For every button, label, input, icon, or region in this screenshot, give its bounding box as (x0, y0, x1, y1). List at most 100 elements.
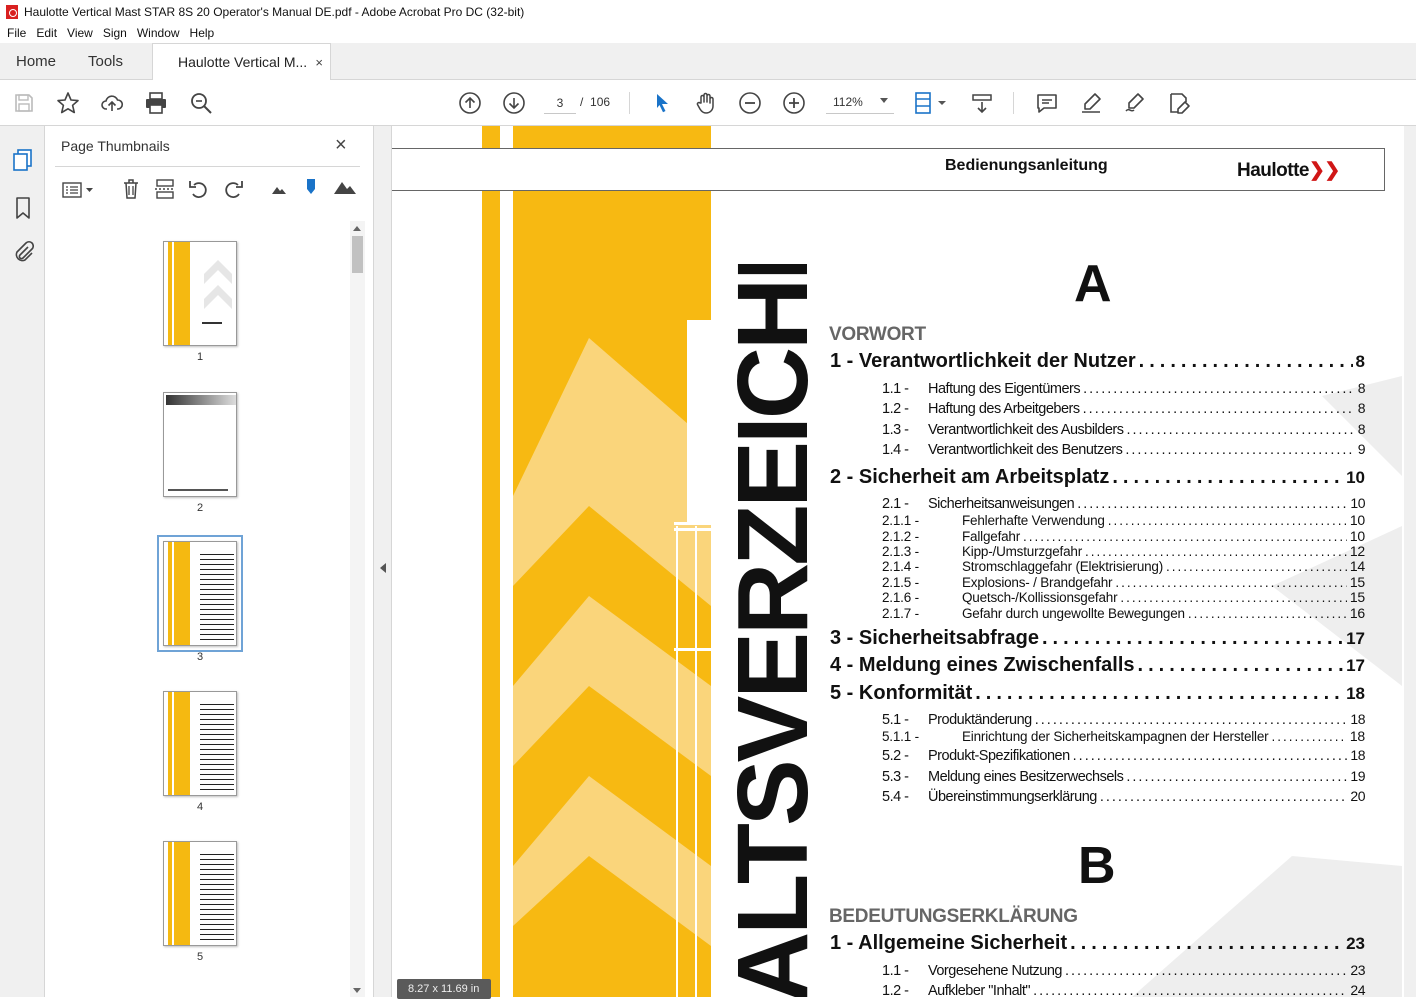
toc-page-number: 18 (1346, 684, 1365, 703)
toc-entry[interactable]: 1 - Verantwortlichkeit der Nutzer 8 (830, 350, 1365, 373)
toc-number: 5 - (830, 682, 854, 704)
thumbnail-page-2[interactable]: 2 (163, 392, 237, 514)
zoom-out-icon[interactable] (738, 91, 762, 115)
menu-help[interactable]: Help (185, 26, 220, 40)
print-icon[interactable] (144, 91, 168, 115)
zoom-select[interactable]: 112% (826, 92, 894, 114)
thumbnails-panel: Page Thumbnails × 1 2 3 4 5 (45, 126, 373, 997)
toc-entry[interactable]: 1 - Allgemeine Sicherheit 23 (830, 932, 1365, 955)
larger-thumbnails-icon[interactable] (333, 178, 357, 199)
page-thumbnails-icon[interactable] (12, 148, 34, 175)
rotate-clockwise-icon[interactable] (222, 178, 244, 203)
toc-entry[interactable]: 3 - Sicherheitsabfrage 17 (830, 627, 1365, 650)
thumbnail-page-5[interactable]: 5 (163, 841, 237, 963)
toc-title: Verantwortlichkeit der Nutzer (858, 350, 1136, 372)
sign-pen-icon[interactable] (1123, 91, 1147, 115)
toc-number: 1.2 - (882, 401, 909, 417)
toc-entry[interactable]: 1.4 - Verantwortlichkeit des Benutzers 9 (830, 441, 1366, 458)
toc-entry[interactable]: 2 - Sicherheit am Arbeitsplatz 10 (830, 466, 1365, 489)
thumbnail-stripe (168, 842, 172, 945)
toc-page-number: 8 (1357, 380, 1366, 396)
thumbnail-scrollbar[interactable] (350, 221, 365, 997)
thumbnail-options-icon[interactable] (61, 180, 95, 203)
toc-entry[interactable]: 2.1.2 - Fallgefahr 10 (830, 528, 1365, 544)
toc-entry[interactable]: 1.1 - Vorgesehene Nutzung 23 (830, 962, 1365, 979)
scroll-thumb[interactable] (352, 236, 363, 273)
highlight-pen-icon[interactable] (1079, 91, 1103, 115)
extract-pages-icon[interactable] (154, 178, 176, 203)
menu-window[interactable]: Window (132, 26, 185, 40)
close-panel-icon[interactable]: × (335, 134, 347, 157)
scroll-down-icon[interactable] (353, 988, 361, 993)
toc-entry[interactable]: 4 - Meldung eines Zwischenfalls 17 (830, 654, 1365, 677)
tab-tools[interactable]: Tools (88, 43, 123, 80)
toc-page-number: 24 (1350, 982, 1365, 997)
thumbnail-image (163, 691, 237, 796)
edit-tools-icon[interactable] (1167, 91, 1191, 115)
menu-view[interactable]: View (62, 26, 98, 40)
toc-page-number: 10 (1350, 495, 1365, 511)
thumbnail-page-3[interactable]: 3 (157, 535, 243, 663)
toc-entry[interactable]: 2.1.4 - Stromschlaggefahr (Elektrisierung… (830, 558, 1365, 574)
next-page-icon[interactable] (502, 91, 526, 115)
comment-icon[interactable] (1035, 91, 1059, 115)
thumbnail-size-slider[interactable] (305, 176, 317, 201)
panel-splitter[interactable] (373, 126, 392, 997)
page-number-input[interactable] (544, 92, 576, 114)
menu-sign[interactable]: Sign (98, 26, 132, 40)
zoom-in-icon[interactable] (782, 91, 806, 115)
title-bar: Haulotte Vertical Mast STAR 8S 20 Operat… (0, 0, 1416, 23)
toc-leader (1166, 559, 1347, 574)
document-scrollbar[interactable] (1404, 126, 1416, 997)
smaller-thumbnails-icon[interactable] (271, 182, 287, 199)
toc-entry[interactable]: 2.1.3 - Kipp-/Umsturzgefahr 12 (830, 543, 1365, 559)
toc-entry[interactable]: 5.1.1 - Einrichtung der Sicherheitskampag… (830, 728, 1365, 744)
toc-entry[interactable]: 2.1.6 - Quetsch-/Kollissionsgefahr 15 (830, 589, 1365, 605)
toc-leader (1023, 529, 1347, 544)
tab-document[interactable]: Haulotte Vertical M... × (152, 43, 331, 81)
zoom-search-icon[interactable] (189, 91, 213, 115)
toc-leader (1108, 513, 1347, 528)
toc-page-number: 15 (1349, 589, 1365, 605)
rotate-counterclockwise-icon[interactable] (188, 178, 210, 203)
previous-page-icon[interactable] (458, 91, 482, 115)
collapse-panel-icon[interactable] (380, 563, 386, 573)
upload-cloud-icon[interactable] (100, 91, 124, 115)
hand-tool-icon[interactable] (694, 91, 718, 115)
toc-page-number: 8 (1355, 352, 1365, 371)
thumbnail-stripe (174, 692, 190, 795)
menu-file[interactable]: File (2, 26, 31, 40)
delete-page-icon[interactable] (121, 178, 141, 203)
toc-page-number: 16 (1349, 605, 1365, 621)
toc-entry[interactable]: 1.1 - Haftung des Eigentümers 8 (830, 380, 1366, 397)
toc-entry[interactable]: 5.1 - Produktänderung 18 (830, 711, 1365, 728)
attachments-icon[interactable] (12, 240, 35, 267)
toc-entry[interactable]: 5.3 - Meldung eines Besitzerwechsels 19 (830, 768, 1365, 785)
document-view[interactable]: Bedienungsanleitung Haulotte❯❯ ALTSVERZE… (392, 126, 1416, 997)
close-tab-icon[interactable]: × (315, 44, 323, 81)
save-icon[interactable] (12, 91, 36, 115)
toc-entry[interactable]: 2.1 - Sicherheitsanweisungen 10 (830, 495, 1365, 512)
menu-edit[interactable]: Edit (31, 26, 62, 40)
tab-home[interactable]: Home (16, 43, 56, 80)
tab-document-label: Haulotte Vertical M... (178, 54, 308, 70)
toc-entry[interactable]: 1.2 - Haftung des Arbeitgebers 8 (830, 400, 1366, 417)
scroll-up-icon[interactable] (353, 226, 361, 231)
toc-entry[interactable]: 1.3 - Verantwortlichkeit des Ausbilders 8 (830, 421, 1366, 438)
toc-entry[interactable]: 5.2 - Produkt-Spezifikationen 18 (830, 747, 1365, 764)
thumbnail-text-lines (200, 552, 234, 640)
star-icon[interactable] (56, 91, 80, 115)
toc-entry[interactable]: 2.1.7 - Gefahr durch ungewollte Bewegunge… (830, 605, 1365, 621)
toc-entry[interactable]: 5 - Konformität 18 (830, 682, 1365, 705)
bookmarks-icon[interactable] (14, 196, 32, 223)
thumbnail-page-1[interactable]: 1 (163, 241, 237, 363)
select-cursor-icon[interactable] (650, 91, 674, 115)
toc-entry[interactable]: 2.1.5 - Explosions- / Brandgefahr 15 (830, 574, 1365, 590)
white-tab (687, 320, 711, 524)
toc-entry[interactable]: 5.4 - Übereinstimmungserklärung 20 (830, 788, 1365, 805)
toc-entry[interactable]: 1.2 - Aufkleber "Inhalt" 24 (830, 982, 1365, 997)
toc-entry[interactable]: 2.1.1 - Fehlerhafte Verwendung 10 (830, 512, 1365, 528)
scroll-mode-icon[interactable] (970, 91, 994, 115)
thumbnail-page-4[interactable]: 4 (163, 691, 237, 813)
page-display-icon[interactable] (913, 91, 949, 115)
